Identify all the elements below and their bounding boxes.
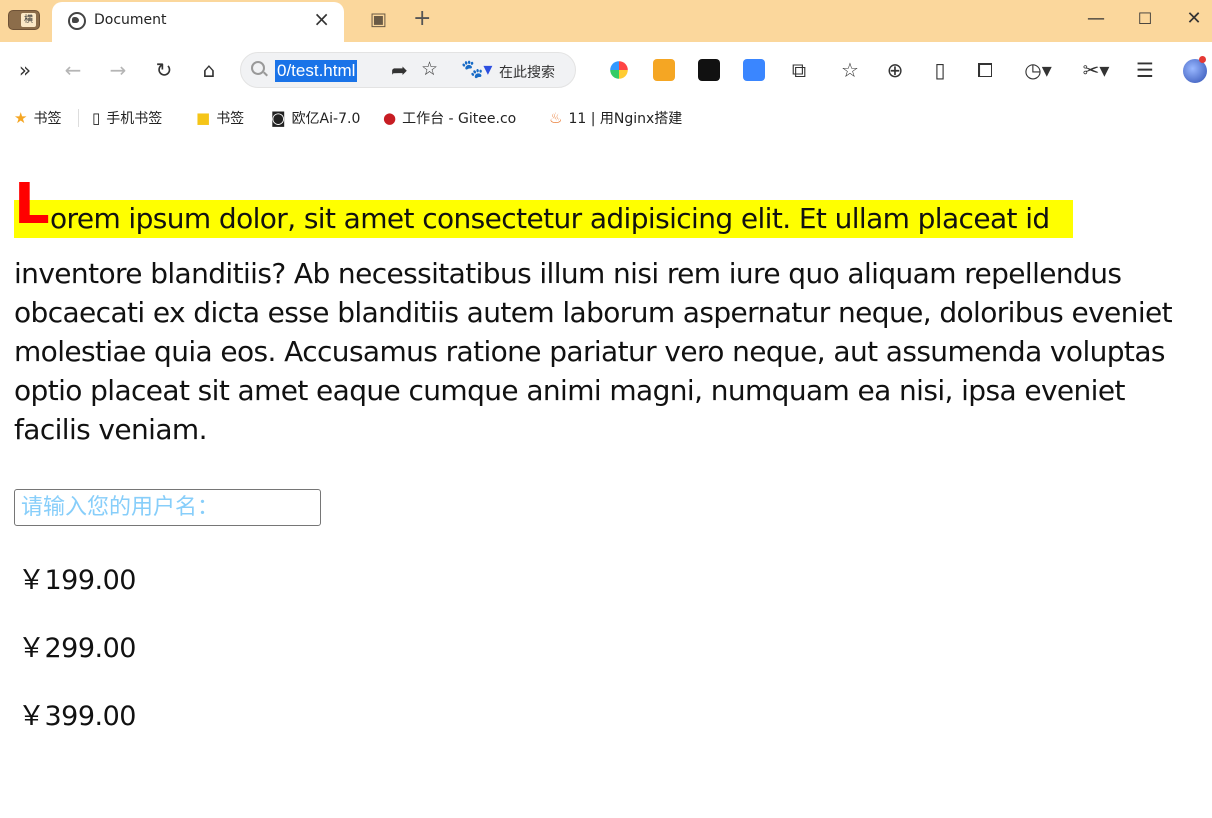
url-text[interactable]: 0/test.html [275,60,358,82]
bookmark-label: 工作台 - Gitee.co [402,111,517,127]
first-line-wrap: L orem ipsum dolor, sit amet consectetur… [14,168,1204,254]
folder-extension-icon[interactable] [653,59,675,81]
new-tab-icon[interactable]: + [413,6,431,31]
bot-icon: ◙ [271,109,286,127]
menu-icon[interactable]: ☰ [1132,57,1158,83]
star-icon: ★ [14,109,28,127]
history-icon[interactable]: ◷▾ [1020,57,1056,83]
username-field-wrapper [14,489,321,526]
folder-icon: ■ [196,109,211,127]
bookmark-label: 书签 [216,111,245,127]
paragraph-rest: inventore blanditiis? Ab necessitatibus … [14,257,1173,446]
lorem-paragraph: L orem ipsum dolor, sit amet consectetur… [14,168,1204,449]
drop-cap: L [14,172,50,237]
page-content: L orem ipsum dolor, sit amet consectetur… [14,168,1204,449]
bookmark-label: 11 | 用Nginx搭建 [568,111,683,127]
tab-document[interactable]: Document × [52,2,344,42]
sidebar-toggle-label: 横 [21,13,36,27]
extensions-puzzle-icon[interactable]: ⧉ [786,57,812,83]
bookmark-item-4[interactable]: ● 工作台 - Gitee.co [383,108,516,128]
close-icon[interactable]: × [313,9,330,29]
baidu-paw-icon[interactable]: 🐾▾ [461,59,492,80]
reload-icon[interactable]: ↻ [151,57,177,83]
bookmark-add-icon[interactable]: ☆ [421,58,438,80]
first-line-text: orem ipsum dolor, sit amet consectetur a… [50,202,1050,235]
tab-strip: 横 Document × ▣ + — ☐ ✕ [0,0,1212,42]
divider [78,109,79,127]
price-item: ￥199.00 [18,565,136,596]
favorites-star-icon[interactable]: ☆ [837,57,863,83]
window-close-icon[interactable]: ✕ [1184,8,1204,29]
bookmarks-bar: ★ 书签 ▯ 手机书签 ■ 书签 ◙ 欧亿Ai-7.0 ● 工作台 - Gite… [0,98,1212,138]
maximize-icon[interactable]: ☐ [1135,9,1155,28]
minimize-icon[interactable]: — [1086,8,1106,29]
share-icon[interactable]: ➦ [391,58,408,82]
screenshot-icon[interactable]: ⧠ [972,57,998,83]
highlighted-first-line: L orem ipsum dolor, sit amet consectetur… [14,172,1073,238]
gitee-icon: ● [383,109,397,127]
sidebar-toggle-button[interactable]: 横 [8,10,40,30]
back-icon[interactable]: ← [60,57,86,83]
tab-group-icon[interactable]: ▣ [370,9,387,30]
chart-extension-icon[interactable] [698,59,720,81]
price-item: ￥299.00 [18,633,136,664]
bookmark-item-0[interactable]: ★ 书签 [14,108,61,128]
fire-icon: ♨ [549,109,563,127]
search-icon [251,61,265,75]
mobile-icon[interactable]: ▯ [927,57,953,83]
scissors-icon[interactable]: ✂▾ [1078,57,1114,83]
toolbar: » ← → ↻ ⌂ 0/test.html ➦ ☆ 🐾▾ 在此搜索 ⧉ ☆ ⊕ … [0,42,1212,98]
notification-dot [1199,56,1206,63]
double-chevron-icon[interactable]: » [12,57,38,83]
bookmark-item-3[interactable]: ◙ 欧亿Ai-7.0 [271,108,360,128]
home-icon[interactable]: ⌂ [196,57,222,83]
username-input[interactable] [15,490,320,525]
bookmark-label: 欧亿Ai-7.0 [291,111,361,127]
address-bar[interactable]: 0/test.html ➦ ☆ 🐾▾ 在此搜索 [240,52,576,88]
globe-icon [68,12,86,30]
forward-icon[interactable]: → [105,57,131,83]
bookmark-label: 手机书签 [106,111,163,127]
phone-icon: ▯ [92,109,101,127]
bookmark-item-2[interactable]: ■ 书签 [196,108,244,128]
sparkle-extension-icon[interactable] [610,61,628,79]
bookmark-item-1[interactable]: ▯ 手机书签 [92,108,162,128]
download-icon[interactable]: ⊕ [882,57,908,83]
bookmark-label: 书签 [33,111,62,127]
translate-extension-icon[interactable] [743,59,765,81]
tab-title: Document [94,12,167,28]
price-item: ￥399.00 [18,701,136,732]
bookmark-item-5[interactable]: ♨ 11 | 用Nginx搭建 [549,108,682,128]
search-engine-placeholder[interactable]: 在此搜索 [499,62,565,82]
